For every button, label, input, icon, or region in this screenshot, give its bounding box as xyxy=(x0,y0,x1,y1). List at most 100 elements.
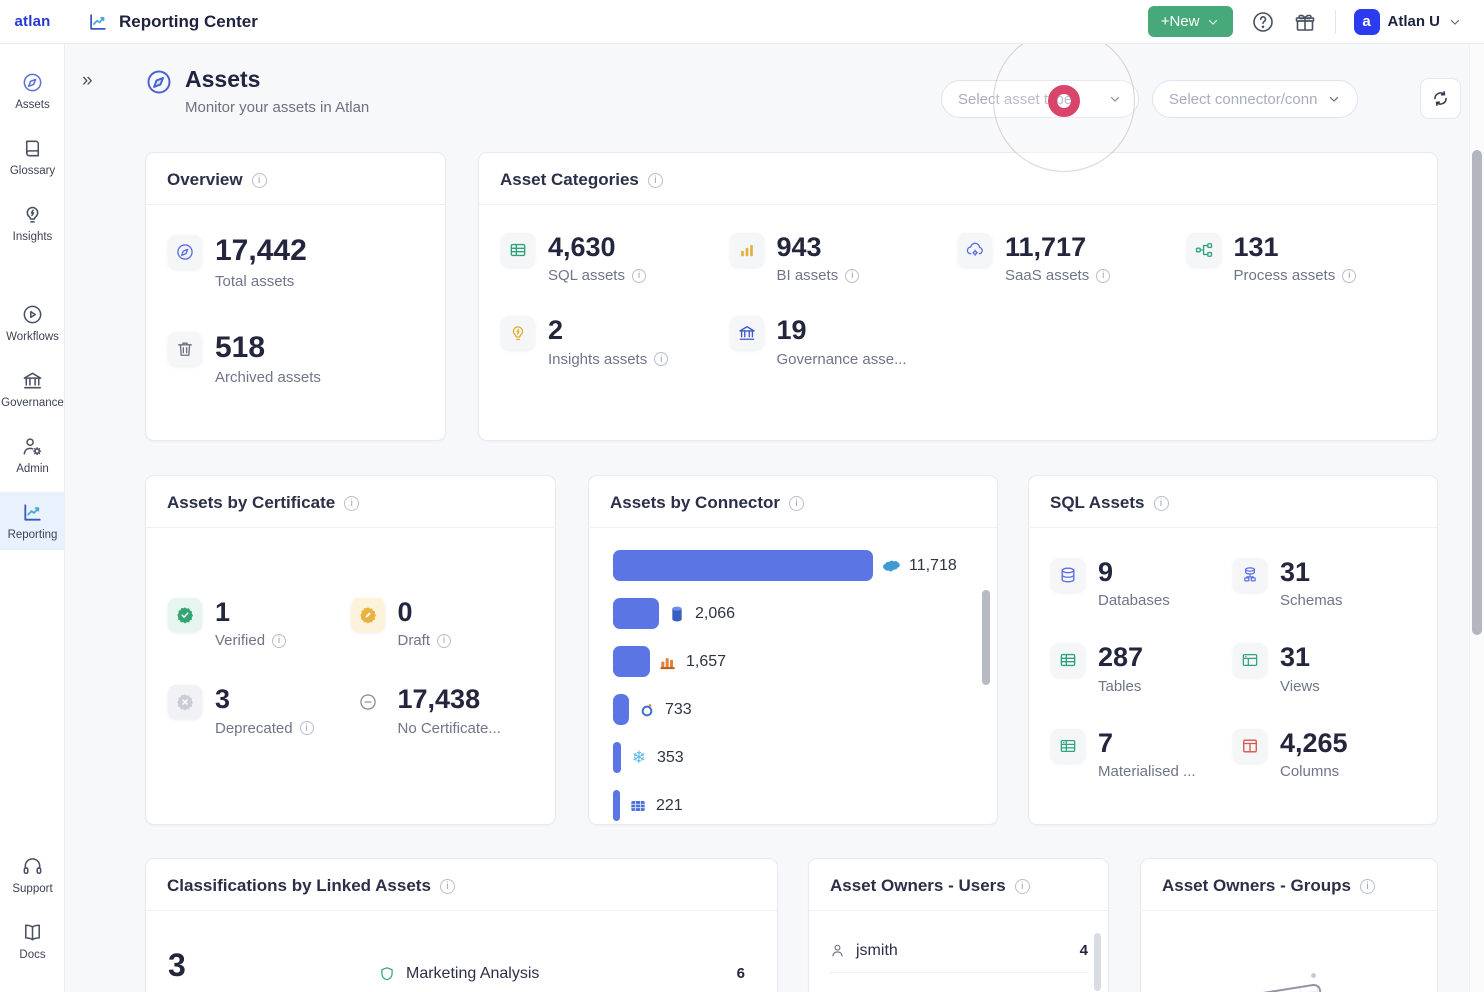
classifications-total-value: 3 xyxy=(168,947,296,984)
info-icon[interactable] xyxy=(1096,269,1110,283)
info-icon[interactable] xyxy=(1360,879,1375,894)
new-button-label: +New xyxy=(1161,13,1200,30)
help-button[interactable] xyxy=(1251,10,1275,34)
user-menu[interactable]: a Atlan U xyxy=(1354,9,1463,35)
chevron-down-icon xyxy=(1448,15,1462,29)
stat-item: 19 Governance asse... xyxy=(730,316,959,367)
app-title-group: Reporting Center xyxy=(65,11,258,33)
stat-label: Tables xyxy=(1098,678,1141,695)
connector-bar xyxy=(613,742,621,773)
sidebar-item-governance[interactable]: Governance xyxy=(0,360,65,418)
stat-icon-box xyxy=(351,598,385,632)
classification-count: 6 xyxy=(737,965,745,982)
page-scrollbar[interactable] xyxy=(1472,150,1482,635)
stat-icon-box xyxy=(168,685,202,719)
sidebar-item-insights[interactable]: Insights xyxy=(0,194,65,252)
sidebar-item-assets[interactable]: Assets xyxy=(0,62,65,120)
connector-icon xyxy=(667,604,687,624)
stat-value: 943 xyxy=(777,233,860,261)
info-icon[interactable] xyxy=(845,269,859,283)
stat-value: 518 xyxy=(215,332,321,364)
sidebar-item-workflows[interactable]: Workflows xyxy=(0,294,65,352)
stat-label: Draft xyxy=(398,632,431,649)
connector-card-scrollbar[interactable] xyxy=(982,590,990,685)
new-button[interactable]: +New xyxy=(1148,6,1233,37)
sidebar-item-label: Workflows xyxy=(6,331,59,343)
connector-value: 1,657 xyxy=(686,653,726,671)
card-title: Asset Owners - Users xyxy=(830,876,1006,896)
assets-by-connector-card: Assets by Connector 11,718 2,066 1,657 7… xyxy=(588,475,998,825)
gift-button[interactable] xyxy=(1293,10,1317,34)
stat-icon xyxy=(1058,650,1078,670)
sidebar-item-reporting[interactable]: Reporting xyxy=(0,492,65,550)
sidebar-item-glossary[interactable]: Glossary xyxy=(0,128,65,186)
chevron-down-icon xyxy=(1327,92,1341,106)
sidebar-item-admin[interactable]: Admin xyxy=(0,426,65,484)
info-icon[interactable] xyxy=(300,721,314,735)
sidebar-item-label: Reporting xyxy=(8,529,58,541)
info-icon[interactable] xyxy=(1342,269,1356,283)
user-name: Atlan U xyxy=(1388,13,1441,30)
connector-bar xyxy=(613,694,629,725)
info-icon[interactable] xyxy=(440,879,455,894)
stat-value: 17,442 xyxy=(215,235,307,267)
stat-icon-box xyxy=(958,233,992,267)
info-icon[interactable] xyxy=(437,634,451,648)
stat-icon-box xyxy=(351,685,385,719)
sidebar-item-label: Governance xyxy=(1,397,64,409)
stat-icon-box xyxy=(501,233,535,267)
info-icon[interactable] xyxy=(344,496,359,511)
divider xyxy=(1335,10,1336,34)
info-icon[interactable] xyxy=(648,173,663,188)
stat-icon xyxy=(737,323,757,343)
sidebar-item-label: Insights xyxy=(13,231,53,243)
card-title: Overview xyxy=(167,170,243,190)
connector-select[interactable]: Select connector/conne... xyxy=(1152,80,1358,118)
card-title: Classifications by Linked Assets xyxy=(167,876,431,896)
info-icon[interactable] xyxy=(654,352,668,366)
info-icon[interactable] xyxy=(1154,496,1169,511)
connector-bar-row: 733 xyxy=(613,694,973,725)
stat-label: BI assets xyxy=(777,267,839,284)
asset-type-select[interactable]: Select asset type xyxy=(941,80,1139,118)
classifications-total: 3 Total classifications xyxy=(168,947,296,992)
sidebar-collapse-button[interactable]: » xyxy=(82,70,91,92)
stat-label: SQL assets xyxy=(548,267,625,284)
info-icon[interactable] xyxy=(272,634,286,648)
connector-bar-row: ❄ 353 xyxy=(613,742,973,773)
connector-value: 221 xyxy=(656,797,683,815)
classification-row[interactable]: Marketing Analysis 6 xyxy=(378,951,745,992)
info-icon[interactable] xyxy=(789,496,804,511)
stat-label: Insights assets xyxy=(548,351,647,368)
info-icon[interactable] xyxy=(1015,879,1030,894)
sidebar-item-icon xyxy=(21,137,44,160)
owner-user-count: 4 xyxy=(1080,942,1088,959)
compass-icon xyxy=(145,68,173,96)
stat-icon xyxy=(358,692,378,712)
connector-icon xyxy=(658,652,678,672)
stat-value: 9 xyxy=(1098,558,1170,586)
stat-item: 11,717 SaaS assets xyxy=(958,233,1187,284)
users-card-scrollbar[interactable] xyxy=(1094,933,1101,991)
refresh-button[interactable] xyxy=(1420,78,1461,119)
stat-value: 131 xyxy=(1234,233,1357,261)
info-icon[interactable] xyxy=(252,173,267,188)
sidebar-item-icon xyxy=(21,203,44,226)
stat-value: 7 xyxy=(1098,729,1196,757)
chart-line-icon xyxy=(87,11,109,33)
sidebar-item-support[interactable]: Support xyxy=(0,846,65,904)
connector-value: 11,718 xyxy=(909,557,957,575)
sidebar-item-icon xyxy=(21,71,44,94)
info-icon[interactable] xyxy=(632,269,646,283)
top-bar: atlan Reporting Center +New a Atlan U xyxy=(0,0,1484,44)
owner-user-row[interactable]: jsmith 4 xyxy=(829,929,1088,973)
card-title: Asset Owners - Groups xyxy=(1162,876,1351,896)
groups-empty-illustration xyxy=(1141,911,1437,992)
sidebar-item-docs[interactable]: Docs xyxy=(0,912,65,970)
sidebar-item-icon xyxy=(21,435,44,458)
atlan-logo[interactable]: atlan xyxy=(0,13,65,30)
asset-categories-card: Asset Categories 4,630 SQL assets 943 BI… xyxy=(478,152,1438,441)
stat-icon xyxy=(1240,650,1260,670)
connector-placeholder: Select connector/conne... xyxy=(1169,91,1317,108)
overview-card: Overview 17,442 Total assets 518 Archive… xyxy=(145,152,446,441)
